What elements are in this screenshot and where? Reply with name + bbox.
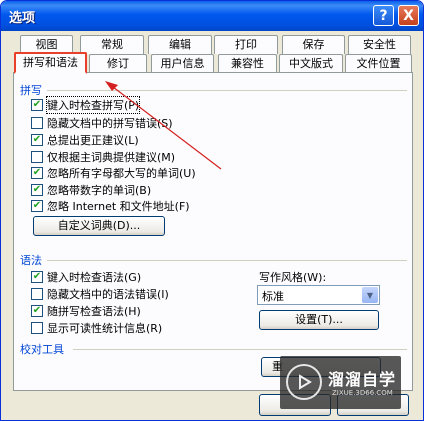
play-icon: [286, 364, 322, 400]
watermark-site: ZIXUE.3D66.COM: [332, 389, 393, 397]
watermark-brand: 溜溜自学: [328, 370, 397, 389]
options-dialog: 选项 ? X 视图 常规 编辑 打印 保存 安全性 拼写和语法 修订 用户信息 …: [0, 0, 424, 421]
watermark-logo: 溜溜自学 ZIXUE.3D66.COM: [280, 356, 401, 409]
